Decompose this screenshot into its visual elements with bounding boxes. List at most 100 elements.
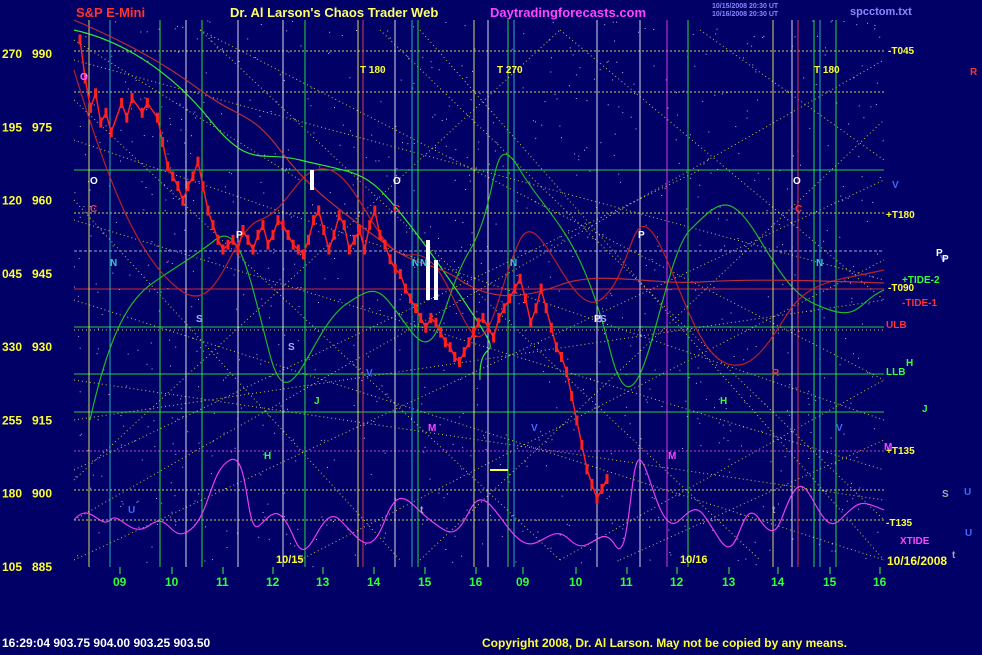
star-dot [424, 446, 426, 448]
star-dot [792, 538, 794, 540]
star-dot [226, 530, 228, 532]
star-dot [454, 261, 456, 263]
star-dot [177, 25, 178, 27]
star-dot [638, 31, 639, 33]
star-dot [111, 55, 113, 57]
star-dot [353, 146, 355, 148]
star-dot [223, 432, 225, 434]
star-dot [479, 93, 481, 95]
star-dot [329, 51, 331, 53]
annotation-label: P [638, 230, 645, 241]
star-dot [369, 307, 371, 309]
star-dot [867, 371, 869, 373]
star-dot [522, 302, 524, 303]
chart-svg: T 180 T 270 T 180-T045+T180+TIDE-2-T090-TI… [0, 0, 982, 650]
star-dot [93, 104, 95, 106]
star-dot [156, 245, 158, 247]
star-dot [180, 129, 182, 131]
star-dot [610, 292, 612, 294]
star-dot [268, 415, 270, 417]
annotation-label: -T090 [888, 283, 915, 294]
star-dot [439, 424, 441, 426]
star-dot [618, 106, 620, 108]
star-dot [134, 440, 136, 442]
star-dot [527, 286, 529, 288]
star-dot [290, 543, 291, 545]
star-dot [95, 283, 97, 285]
star-dot [423, 451, 425, 453]
star-dot [858, 357, 860, 359]
x-tick-label: 15 [823, 575, 837, 589]
star-dot [284, 334, 286, 336]
star-dot [260, 24, 262, 25]
star-dot [808, 390, 810, 392]
star-dot [469, 174, 470, 176]
star-dot [307, 98, 309, 100]
star-dot [233, 274, 235, 276]
star-dot [210, 473, 212, 475]
star-dot [401, 314, 402, 316]
x-tick-label: 10 [165, 575, 179, 589]
star-dot [438, 69, 440, 71]
star-dot [204, 560, 206, 562]
star-dot [524, 330, 526, 332]
star-dot [789, 384, 791, 386]
star-dot [285, 168, 287, 170]
star-dot [792, 155, 794, 157]
star-dot [413, 143, 415, 144]
star-dot [450, 157, 452, 159]
star-dot [602, 308, 603, 310]
star-dot [273, 252, 275, 254]
star-dot [667, 107, 669, 109]
star-dot [757, 99, 758, 101]
star-dot [622, 537, 624, 539]
star-dot [136, 501, 138, 503]
annotation-label: O [90, 176, 98, 187]
star-dot [180, 398, 182, 400]
x-tick-label: 10 [569, 575, 583, 589]
star-dot [794, 36, 796, 38]
star-dot [842, 509, 844, 511]
star-dot [614, 40, 615, 42]
star-dot [432, 116, 434, 118]
star-dot [839, 236, 841, 238]
star-dot [605, 297, 607, 299]
star-dot [568, 524, 570, 526]
star-dot [140, 98, 142, 100]
star-dot [638, 447, 639, 449]
star-dot [682, 448, 683, 449]
star-dot [287, 408, 288, 410]
star-dot [548, 261, 550, 263]
star-dot [559, 125, 561, 127]
star-dot [97, 328, 99, 330]
site-link[interactable]: Daytradingforecasts.com [490, 5, 646, 20]
star-dot [278, 344, 280, 346]
star-dot [353, 404, 355, 406]
star-dot [716, 364, 718, 366]
star-dot [608, 495, 610, 497]
star-dot [297, 287, 299, 289]
star-dot [462, 413, 464, 414]
star-dot [170, 482, 172, 484]
star-dot [526, 465, 528, 467]
star-dot [768, 178, 770, 180]
star-dot [723, 437, 725, 439]
star-dot [198, 298, 199, 300]
star-dot [89, 189, 91, 191]
star-dot [270, 111, 272, 112]
star-dot [741, 445, 743, 447]
star-dot [550, 71, 552, 73]
chart-area: T 180 T 270 T 180 -T045 +T180 +TIDE-2 -T090 -TI… [0, 0, 982, 650]
star-dot [170, 516, 172, 518]
star-dot [99, 142, 101, 144]
star-dot [568, 85, 570, 87]
star-dot [170, 123, 172, 125]
star-dot [434, 114, 436, 116]
annotation-label: R [970, 67, 978, 78]
star-dot [595, 533, 597, 535]
star-dot [80, 433, 82, 435]
star-dot [685, 400, 687, 402]
star-dot [166, 261, 168, 263]
star-dot [464, 25, 466, 27]
star-dot [532, 120, 534, 122]
